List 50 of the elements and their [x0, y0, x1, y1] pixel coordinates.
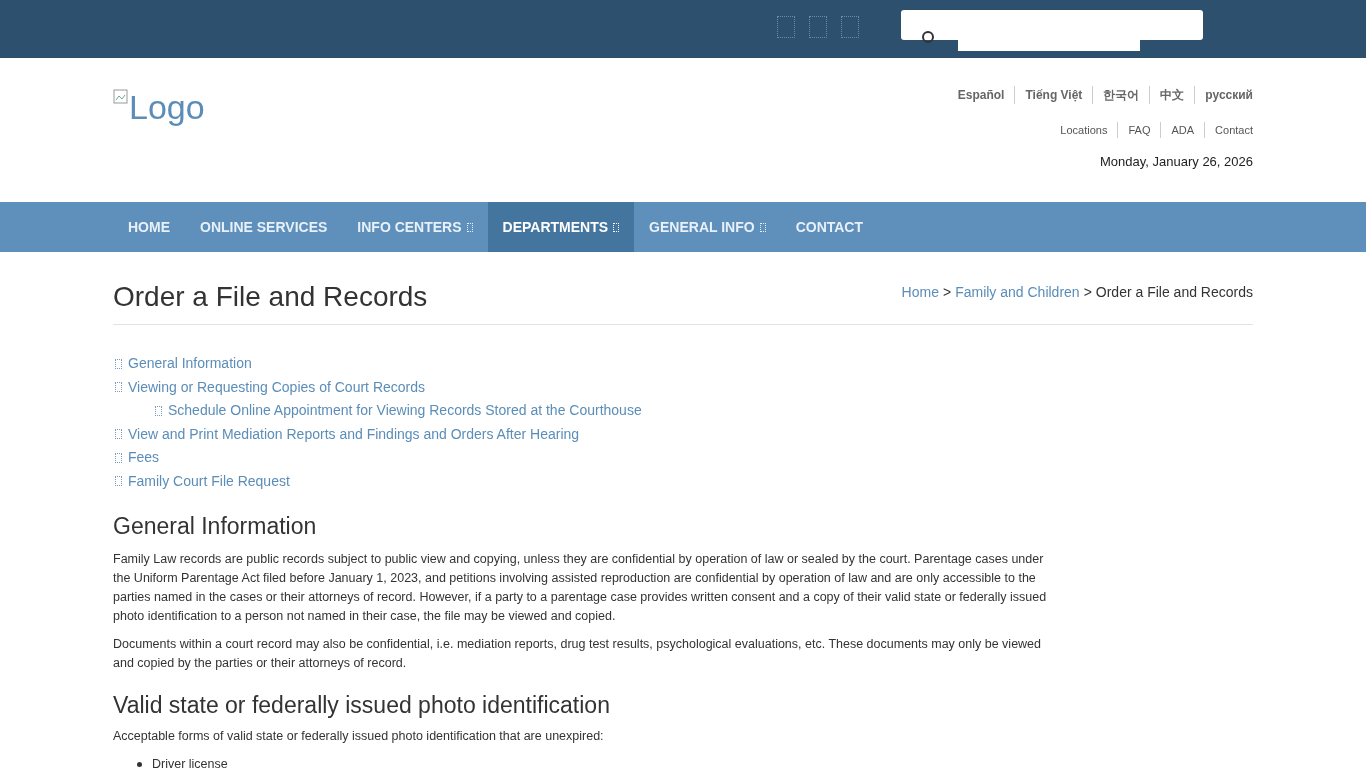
nav-tab[interactable]: ONLINE SERVICES — [185, 202, 343, 252]
body-paragraph: Acceptable forms of valid state or federally issued photo identification that are unexpired: — [113, 728, 605, 745]
logo-alt-text: Logo — [129, 88, 205, 126]
breadcrumb-link[interactable]: Family and Children — [955, 282, 1080, 303]
breadcrumb-current: Order a File and Records — [1095, 283, 1253, 302]
caret-icon — [466, 222, 473, 232]
toc-link[interactable]: Schedule Online Appointment for Viewing Records Stored at the Courthouse — [155, 399, 1253, 423]
nav-tab[interactable]: HOME — [113, 202, 185, 252]
language-link[interactable]: 中文 — [1149, 86, 1195, 104]
bullet-icon — [115, 429, 122, 440]
search-field[interactable] — [901, 10, 1203, 40]
broken-image-icon — [113, 89, 129, 105]
social-icon — [809, 16, 827, 38]
breadcrumb-link[interactable]: Home — [901, 282, 939, 303]
body-paragraph: Family Law records are public records subject to public view and copying, unless they are confidential by operation of law or sealed by the court. Parentage cases under the Uniform Parentage Act filed before January 1, 2023, and petitions involving assisted reproduction are confidential by operation of law and are only accessible to the parties named in the cases or their attorneys of record. However, if a party to a parentage case provides written consent and a copy of their valid state or federally issued photo identification to a person not named in their case, the file may be viewed and copied. — [113, 551, 1048, 625]
social-icon — [841, 16, 859, 38]
language-link[interactable]: 한국어 — [1092, 86, 1150, 104]
caret-icon — [613, 222, 620, 232]
bullet-icon — [115, 452, 122, 463]
nav-tab[interactable]: INFO CENTERS — [342, 202, 488, 252]
search-icon — [921, 30, 935, 44]
language-link[interactable]: Español — [947, 86, 1015, 104]
nav-tab[interactable]: GENERAL INFO — [634, 202, 781, 252]
utility-link[interactable]: FAQ — [1117, 122, 1161, 138]
list-item-text: Driver license — [152, 756, 228, 768]
utility-link[interactable]: ADA — [1160, 122, 1205, 138]
utility-link[interactable]: Contact — [1204, 122, 1253, 138]
breadcrumb-separator: > — [1083, 283, 1092, 302]
caret-icon — [759, 222, 766, 232]
language-link[interactable]: русский — [1194, 86, 1253, 104]
bullet-icon — [115, 382, 122, 393]
toc-link[interactable]: Family Court File Request — [115, 469, 1253, 493]
toc-link[interactable]: Fees — [115, 446, 1253, 470]
toc-link[interactable]: General Information — [115, 352, 1253, 376]
toc-link[interactable]: Viewing or Requesting Copies of Court Records — [115, 375, 1253, 399]
bullet-icon — [155, 405, 162, 416]
bullet-icon — [115, 358, 122, 369]
section-heading: General Information — [113, 512, 318, 540]
nav-tab[interactable]: DEPARTMENTS — [487, 202, 635, 252]
date-text: Monday, January 26, 2026 — [1100, 153, 1253, 171]
language-link[interactable]: Tiếng Việt — [1014, 86, 1093, 104]
toc-link[interactable]: View and Print Mediation Reports and Findings and Orders After Hearing — [115, 422, 1253, 446]
page-title: Order a File and Records — [113, 280, 428, 314]
utility-link[interactable]: Locations — [1050, 122, 1118, 138]
breadcrumb-separator: > — [942, 283, 952, 302]
social-icon — [777, 16, 795, 38]
section-heading: Valid state or federally issued photo identification — [113, 691, 611, 719]
body-paragraph: Documents within a court record may also be confidential, i.e. mediation reports, drug test results, psychological evaluations, etc. These documents may only be viewed and copied by the parties or their attorneys of record. — [113, 636, 1042, 672]
nav-tab[interactable]: CONTACT — [780, 202, 879, 252]
bullet-icon — [115, 476, 122, 487]
